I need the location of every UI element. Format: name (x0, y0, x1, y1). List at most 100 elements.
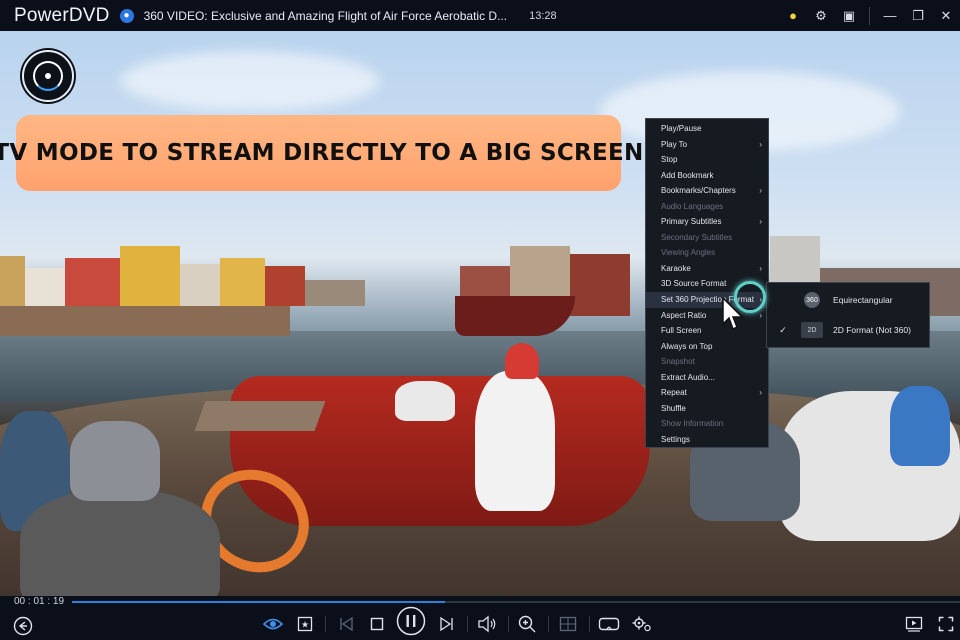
passenger (20, 491, 220, 596)
eye-icon[interactable] (262, 611, 284, 637)
menu-item-karaoke[interactable]: Karaoke › (646, 261, 768, 277)
menu-item-label: Add Bookmark (661, 170, 714, 180)
menu-item-label: Stop (661, 155, 678, 165)
playback-controls: 00 : 01 : 19 ★ (0, 596, 960, 640)
menu-item-label: Show Information (661, 419, 724, 429)
zoom-icon[interactable] (516, 611, 538, 637)
divider (589, 616, 590, 632)
video-title: 360 VIDEO: Exclusive and Amazing Flight … (143, 8, 508, 23)
seek-bar[interactable] (72, 601, 960, 603)
menu-item-label: Play To (661, 139, 688, 149)
bulb-icon[interactable]: ● (785, 8, 801, 23)
vr-headset-icon[interactable] (597, 611, 621, 637)
menu-item-settings[interactable]: Settings (646, 432, 768, 448)
submenu-item-equirectangular[interactable]: 360 Equirectangular (767, 286, 929, 314)
menu-item-audio-languages: Audio Languages (646, 199, 768, 215)
volume-icon[interactable] (476, 611, 498, 637)
menu-item-play-to[interactable]: Play To › (646, 137, 768, 153)
settings-gears-icon[interactable] (630, 611, 654, 637)
menu-item-label: Full Screen (661, 326, 702, 336)
notification-bell-icon[interactable]: ● (119, 8, 134, 23)
menu-item-stop[interactable]: Stop (646, 152, 768, 168)
2d-format-icon: 2D (801, 322, 823, 338)
menu-item-label: Always on Top (661, 341, 713, 351)
gear-icon[interactable]: ⚙ (813, 8, 829, 24)
menu-item-bookmarks-chapters[interactable]: Bookmarks/Chapters › (646, 183, 768, 199)
chevron-right-icon: › (759, 217, 762, 227)
check-icon: ✓ (779, 324, 787, 335)
harbor-buildings (0, 236, 400, 306)
passenger (395, 381, 455, 421)
seats (890, 386, 950, 466)
360-format-icon: 360 (804, 292, 820, 308)
menu-item-snapshot: Snapshot (646, 354, 768, 370)
passenger (70, 421, 160, 501)
playlist-icon[interactable] (903, 611, 925, 637)
menu-item-label: Snapshot (661, 357, 695, 367)
menu-item-add-bookmark[interactable]: Add Bookmark (646, 168, 768, 184)
title-bar: PowerDVD ● 360 VIDEO: Exclusive and Amaz… (0, 0, 960, 31)
menu-item-show-information: Show Information (646, 416, 768, 432)
menu-item-label: Play/Pause (661, 124, 702, 133)
menu-item-label: Settings (661, 434, 690, 444)
guide-person (475, 371, 555, 511)
menu-item-secondary-subtitles: Secondary Subtitles (646, 230, 768, 246)
tv-mode-icon[interactable]: ▣ (841, 8, 857, 24)
menu-item-always-on-top[interactable]: Always on Top (646, 339, 768, 355)
previous-icon[interactable] (335, 611, 357, 637)
chevron-right-icon: › (759, 310, 762, 320)
svg-text:★: ★ (301, 620, 309, 630)
divider (467, 616, 468, 632)
promo-banner: TV MODE TO STREAM DIRECTLY TO A BIG SCRE… (0, 115, 643, 191)
seek-progress (72, 601, 445, 603)
menu-item-full-screen[interactable]: Full Screen (646, 323, 768, 339)
menu-item-label: Primary Subtitles (661, 217, 722, 227)
chevron-right-icon: › (759, 186, 762, 196)
window-controls: ● ⚙ ▣ — ❐ ✕ (785, 0, 954, 31)
restore-icon[interactable]: ❐ (910, 8, 926, 24)
menu-item-label: Secondary Subtitles (661, 232, 733, 242)
bench (194, 401, 326, 431)
menu-item-play-pause[interactable]: Play/Pause (646, 121, 768, 137)
ship (455, 296, 575, 336)
chevron-right-icon: › (759, 263, 762, 273)
bookmark-icon[interactable]: ★ (295, 611, 315, 637)
guide-cap (505, 343, 539, 379)
next-icon[interactable] (436, 611, 458, 637)
chevron-right-icon: › (759, 139, 762, 149)
menu-item-extract-audio[interactable]: Extract Audio... (646, 370, 768, 386)
menu-item-shuffle[interactable]: Shuffle (646, 401, 768, 417)
projection-submenu: 360 Equirectangular ✓ 2D 2D Format (Not … (766, 282, 930, 348)
submenu-item-2d-format[interactable]: ✓ 2D 2D Format (Not 360) (767, 316, 929, 344)
minimize-icon[interactable]: — (882, 8, 898, 23)
menu-item-label: Repeat (661, 388, 687, 398)
mouse-cursor-icon (722, 297, 744, 331)
clock: 13:28 (529, 9, 557, 22)
stop-icon[interactable] (368, 611, 386, 637)
divider (508, 616, 509, 632)
menu-item-viewing-angles: Viewing Angles (646, 245, 768, 261)
menu-item-label: Bookmarks/Chapters (661, 186, 736, 196)
pause-icon[interactable] (395, 606, 427, 636)
aspect-icon[interactable] (557, 611, 579, 637)
submenu-item-label: 2D Format (Not 360) (833, 325, 911, 335)
menu-item-label: Extract Audio... (661, 372, 715, 382)
app-name: PowerDVD (14, 4, 110, 26)
submenu-item-label: Equirectangular (833, 295, 893, 305)
back-icon[interactable] (12, 613, 34, 639)
menu-item-primary-subtitles[interactable]: Primary Subtitles › (646, 214, 768, 230)
banner-text: TV MODE TO STREAM DIRECTLY TO A BIG SCRE… (0, 140, 644, 166)
menu-item-label: Audio Languages (661, 201, 724, 211)
menu-item-repeat[interactable]: Repeat › (646, 385, 768, 401)
quay (0, 306, 290, 336)
divider (325, 616, 326, 632)
menu-item-label: 3D Source Format (661, 279, 727, 289)
menu-item-label: Karaoke (661, 263, 691, 273)
powerdvd-logo-icon (22, 50, 74, 102)
divider (869, 6, 870, 25)
close-icon[interactable]: ✕ (938, 8, 954, 24)
menu-item-label: Aspect Ratio (661, 310, 707, 320)
divider (548, 616, 549, 632)
menu-item-label: Viewing Angles (661, 248, 716, 258)
fullscreen-icon[interactable] (935, 611, 957, 637)
